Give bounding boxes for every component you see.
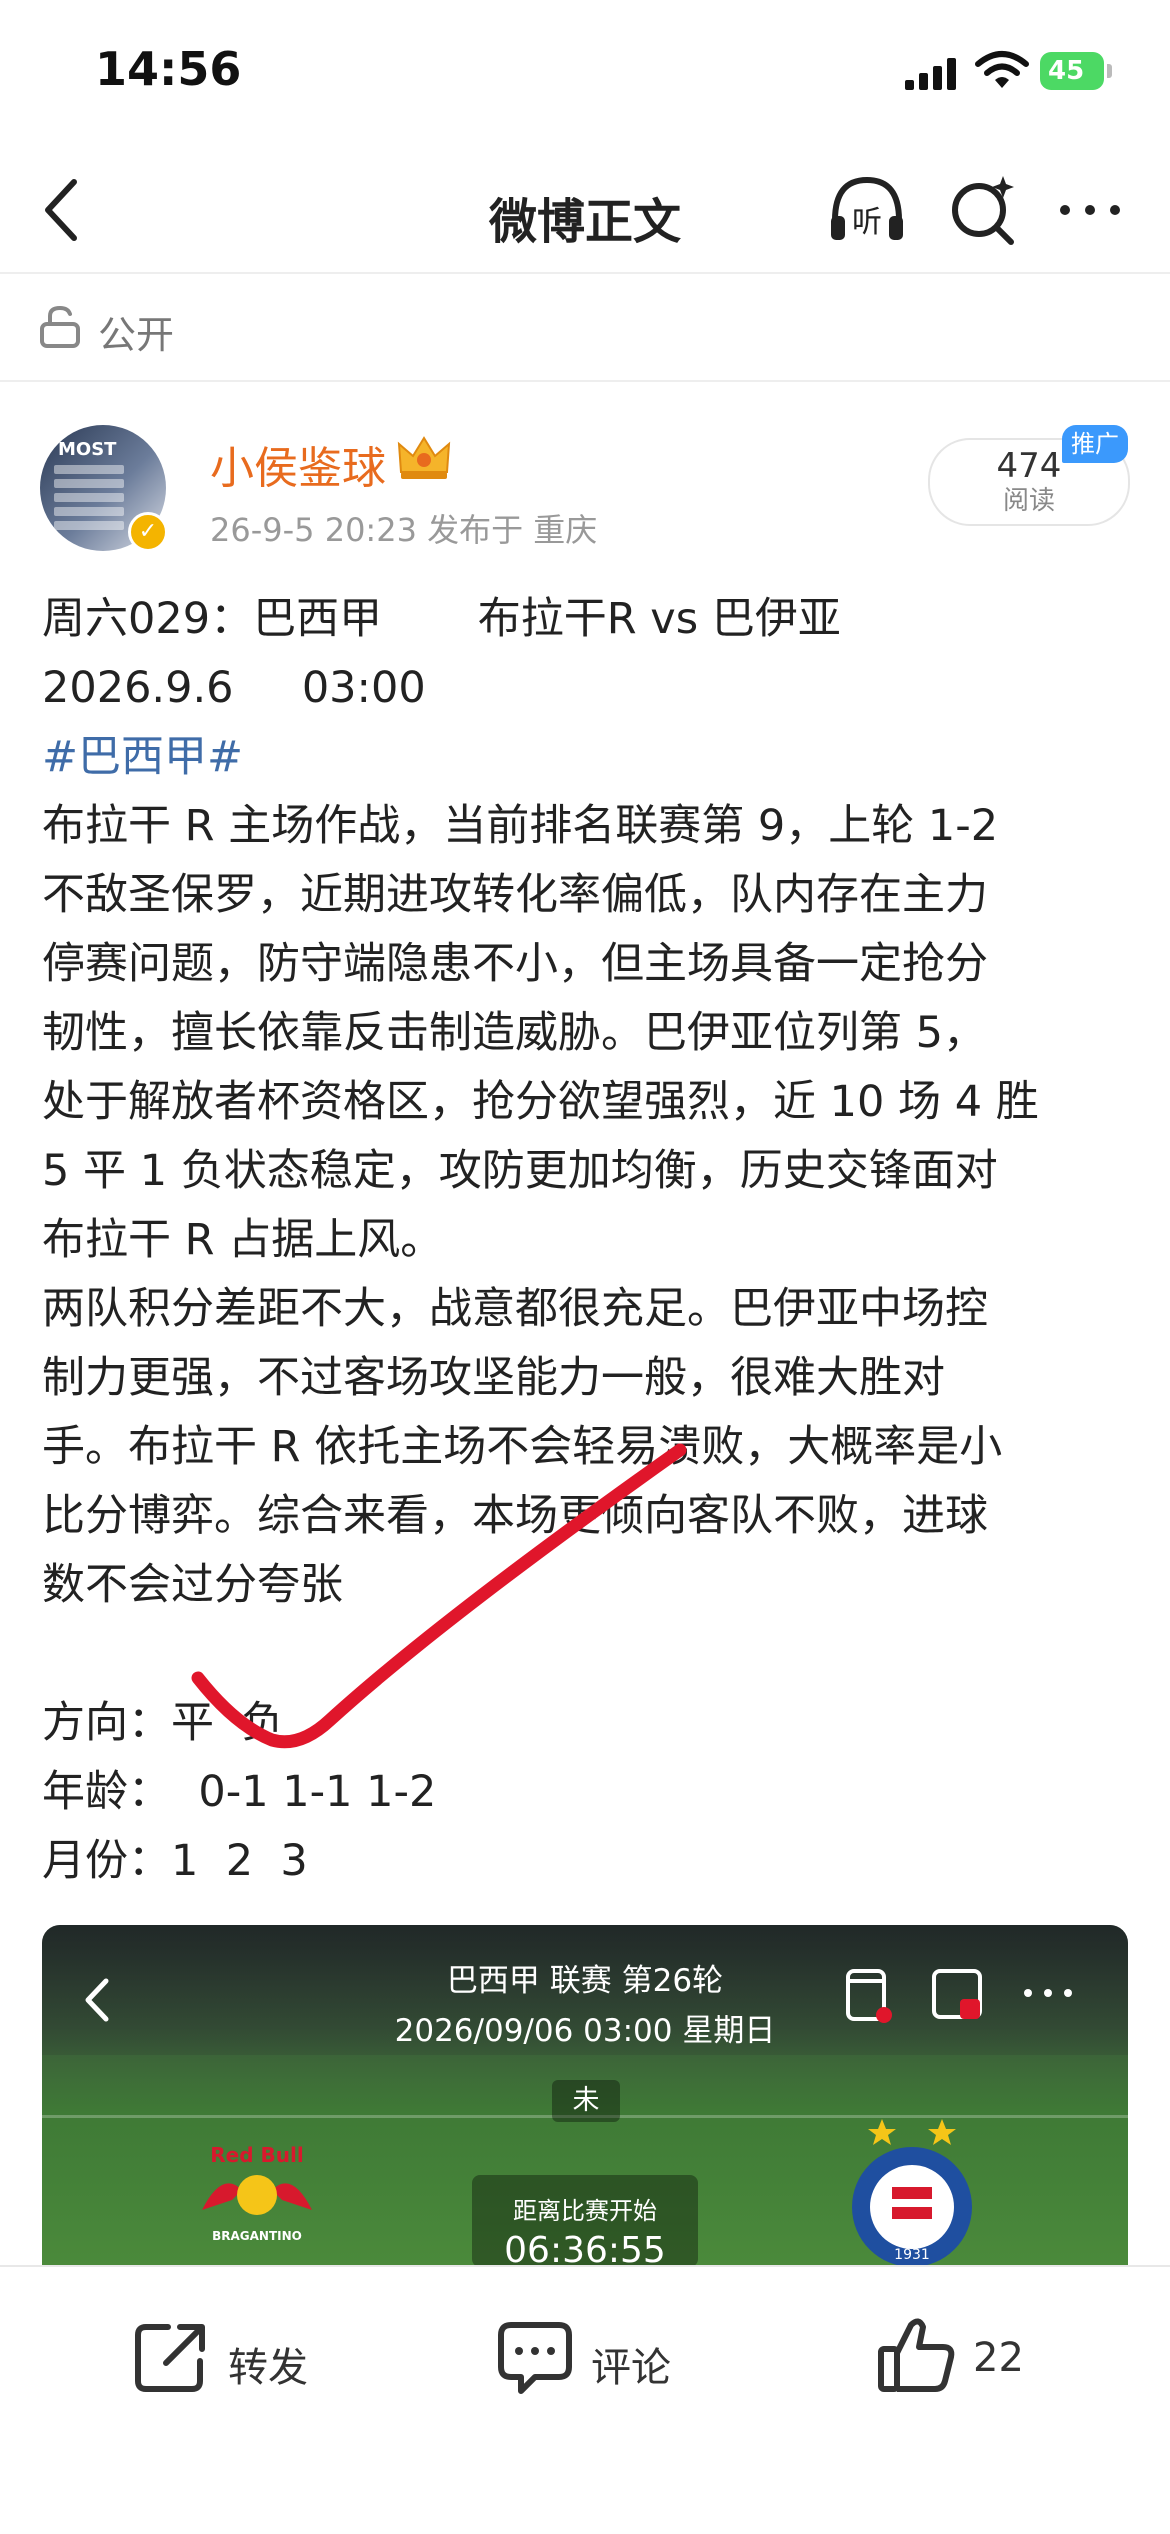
listen-label: 听 (852, 205, 882, 240)
comment-button[interactable]: 评论 (495, 2307, 715, 2407)
listen-icon[interactable]: 听 (825, 168, 909, 252)
analysis-line: 布拉干 R 主场作战，当前排名联赛第 9，上轮 1-2 (42, 801, 999, 851)
wifi-icon (975, 51, 1029, 88)
battery-cap (1107, 64, 1112, 78)
comment-icon (498, 2322, 572, 2394)
lock-icon (40, 305, 80, 348)
countdown-box: 距离比赛开始 06:36:55 (472, 2175, 698, 2267)
signal-icon (905, 58, 956, 90)
away-logo-year: 1931 (894, 2247, 930, 2263)
visibility-label: 公开 (98, 313, 175, 357)
floating-window-icon[interactable] (930, 1967, 990, 2027)
post-meta: 26-9-5 20:23 发布于 重庆 (210, 511, 598, 549)
countdown-label: 距离比赛开始 (513, 2197, 657, 2225)
away-team-logo: 1931 (852, 2119, 972, 2267)
analysis-line: 处于解放者杯资格区，抢分欲望强烈，近 10 场 4 胜 (42, 1077, 1039, 1127)
crown-icon (397, 436, 451, 479)
verified-badge-icon: ✓ (128, 512, 168, 552)
home-logo-text: Red Bull (210, 2143, 303, 2167)
post-match-line: 周六029：巴西甲 布拉干R vs 巴伊亚 (42, 594, 841, 644)
summary-line: 制力更强，不过客场攻坚能力一般，很难大胜对 (42, 1353, 945, 1403)
month-line: 月份：1 2 3 (42, 1836, 308, 1886)
battery-level: 45 (1048, 56, 1085, 86)
repost-label: 转发 (228, 2345, 308, 2391)
analysis-line: 停赛问题，防守端隐患不小，但主场具备一定抢分 (42, 939, 988, 989)
repost-button[interactable]: 转发 (128, 2307, 348, 2407)
home-logo-subtext: BRAGANTINO (212, 2229, 302, 2243)
hashtag-link[interactable]: #巴西甲# (42, 723, 1142, 792)
like-button[interactable]: 22 (875, 2307, 1075, 2407)
promote-badge[interactable]: 推广 (1062, 425, 1128, 463)
comment-label: 评论 (591, 2345, 671, 2391)
analysis-line: 韧性，擅长依靠反击制造威胁。巴伊亚位列第 5， (42, 1008, 987, 1058)
match-status-badge: 未 (552, 2080, 620, 2122)
status-time: 14:56 (95, 42, 242, 96)
bottom-action-bar: 转发 评论 22 (0, 2265, 1170, 2534)
like-count: 22 (973, 2335, 1024, 2381)
more-icon[interactable] (1055, 170, 1125, 250)
card-more-icon[interactable] (1020, 1983, 1076, 2003)
analysis-line: 5 平 1 负状态稳定，攻防更加均衡，历史交锋面对 (42, 1146, 998, 1196)
post-datetime-line: 2026.9.6 03:00 (42, 663, 426, 713)
status-bar: 14:56 45 (0, 0, 1170, 150)
reads-label: 阅读 (1002, 486, 1055, 516)
countdown-value: 06:36:55 (504, 2230, 666, 2267)
like-icon (878, 2318, 955, 2392)
summary-line: 两队积分差距不大，战意都很充足。巴伊亚中场控 (42, 1284, 988, 1334)
battery-indicator: 45 (1040, 52, 1112, 90)
repost-icon (135, 2324, 205, 2392)
avatar-decoration (54, 465, 124, 535)
magic-search-icon[interactable] (945, 170, 1025, 250)
avatar-image-text: MOST (58, 439, 117, 460)
analysis-line: 不敌圣保罗，近期进攻转化率偏低，队内存在主力 (42, 870, 988, 920)
phone-record-icon[interactable] (842, 1967, 898, 2027)
red-checkmark-annotation (191, 1443, 687, 1749)
top-navigation-bar: 微博正文 听 (0, 150, 1170, 274)
analysis-line: 布拉干 R 占据上风。 (42, 1215, 444, 1265)
visibility-row: 公开 (0, 272, 1170, 382)
author-name[interactable]: 小侯鉴球 (210, 432, 386, 496)
home-team-logo: Red Bull BRAGANTINO (202, 2143, 312, 2243)
match-card[interactable]: 巴西甲 联赛 第26轮 2026/09/06 03:00 星期日 未 Red B… (42, 1925, 1128, 2267)
